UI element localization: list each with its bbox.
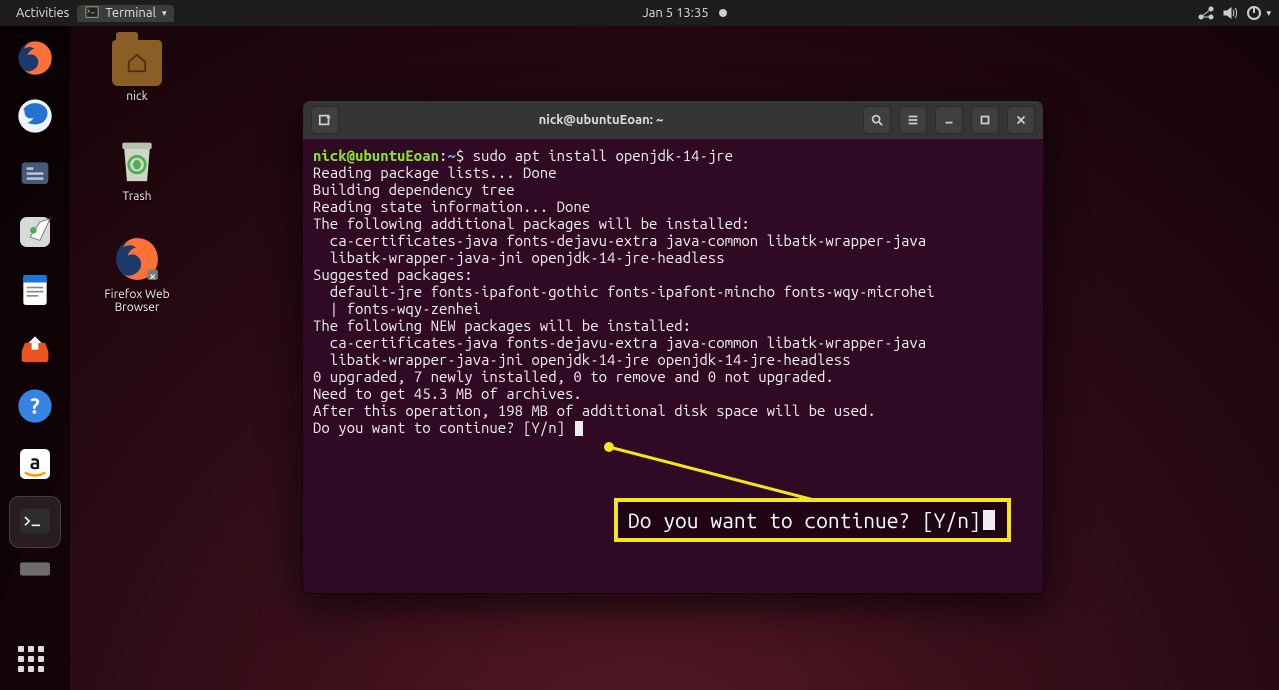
- terminal-icon: [85, 5, 99, 22]
- chevron-down-icon: ▾: [162, 8, 167, 19]
- svg-text:?: ?: [30, 395, 40, 419]
- dock-terminal[interactable]: [9, 496, 61, 548]
- datetime-label: Jan 5 13:35: [642, 6, 708, 20]
- firefox-label: Firefox Web Browser: [82, 288, 192, 314]
- dock-amazon[interactable]: a: [9, 438, 61, 490]
- power-icon[interactable]: [1246, 5, 1262, 21]
- window-maximize-button[interactable]: [971, 106, 999, 134]
- svg-text:a: a: [30, 450, 41, 473]
- desktop-icon-trash[interactable]: Trash: [92, 136, 182, 203]
- window-close-button[interactable]: [1007, 106, 1035, 134]
- prompt-dollar: $: [456, 147, 473, 164]
- command-text: sudo apt install openjdk-14-jre: [473, 147, 733, 164]
- apps-grid-icon: [18, 646, 52, 680]
- volume-icon[interactable]: [1222, 5, 1238, 21]
- dock-thunderbird[interactable]: [9, 90, 61, 142]
- prompt-user: nick@ubuntuEoan: [313, 147, 439, 164]
- callout-text: Do you want to continue? [Y/n]: [628, 508, 981, 532]
- cursor-icon: [575, 421, 583, 436]
- dock-rhythmbox[interactable]: [9, 206, 61, 258]
- terminal-output: Reading package lists... Done Building d…: [313, 164, 935, 436]
- dock-software[interactable]: [9, 322, 61, 374]
- folder-home-icon: [112, 40, 162, 86]
- menu-button[interactable]: [899, 106, 927, 134]
- top-bar: Activities Terminal ▾ Jan 5 13:35 ▾: [0, 0, 1279, 26]
- notification-dot-icon: [719, 9, 727, 17]
- trash-label: Trash: [92, 190, 182, 203]
- dock-files[interactable]: [9, 148, 61, 200]
- dock-firefox[interactable]: [9, 32, 61, 84]
- system-menu-chevron-icon[interactable]: ▾: [1266, 8, 1271, 19]
- home-label: nick: [92, 90, 182, 103]
- clock-button[interactable]: Jan 5 13:35: [634, 6, 734, 20]
- desktop-icon-home[interactable]: nick: [92, 40, 182, 103]
- network-icon[interactable]: [1198, 5, 1214, 21]
- window-titlebar[interactable]: nick@ubuntuEoan: ~: [303, 101, 1043, 139]
- desktop-icon-firefox[interactable]: Firefox Web Browser: [82, 234, 192, 314]
- new-tab-button[interactable]: [311, 106, 339, 134]
- dock-help[interactable]: ?: [9, 380, 61, 432]
- dock-writer[interactable]: [9, 264, 61, 316]
- callout-cursor-icon: [983, 510, 995, 530]
- activities-button[interactable]: Activities: [8, 6, 77, 20]
- dock-extra[interactable]: [9, 554, 61, 584]
- app-menu-label: Terminal: [105, 6, 156, 20]
- dock: ? a: [0, 26, 70, 690]
- firefox-icon: [112, 234, 162, 284]
- show-apps-button[interactable]: [18, 646, 52, 680]
- window-minimize-button[interactable]: [935, 106, 963, 134]
- trash-icon: [114, 136, 160, 186]
- window-title: nick@ubuntuEoan: ~: [345, 113, 857, 127]
- prompt-path: ~: [447, 147, 455, 164]
- search-button[interactable]: [863, 106, 891, 134]
- app-menu-button[interactable]: Terminal ▾: [77, 5, 174, 22]
- callout-box: Do you want to continue? [Y/n]: [614, 498, 1011, 542]
